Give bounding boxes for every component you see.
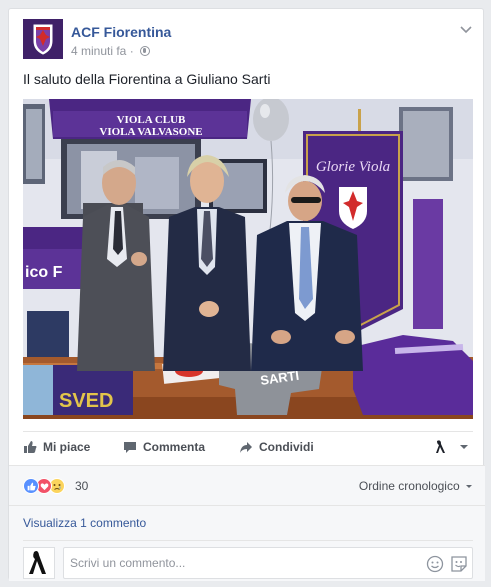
thumbs-up-icon <box>24 441 37 453</box>
post-actions: Mi piace Commenta Condividi <box>23 431 473 463</box>
post-card: ACF Fiorentina 4 minuti fa · Il saluto d… <box>8 8 485 581</box>
scarf-text-2: SVED <box>59 390 113 412</box>
chevron-down-icon <box>460 445 468 449</box>
reactions-bar: 30 Ordine cronologico <box>9 465 485 505</box>
reaction-icons[interactable] <box>23 478 65 494</box>
order-label: Ordine cronologico <box>358 479 460 493</box>
reaction-count[interactable]: 30 <box>75 479 88 493</box>
like-icon <box>23 478 39 494</box>
share-label: Condividi <box>259 440 314 454</box>
emoji-icon[interactable] <box>426 555 444 573</box>
post-message: Il saluto della Fiorentina a Giuliano Sa… <box>23 71 271 87</box>
comment-label: Commenta <box>143 440 206 454</box>
globe-icon[interactable] <box>140 45 151 56</box>
flag-text: Glorie Viola <box>316 159 390 175</box>
view-comments-link[interactable]: Visualizza 1 commento <box>23 516 146 530</box>
photo-scene: VIOLA CLUB VIOLA VALVASONE Glorie Viola <box>23 99 473 419</box>
comment-order-selector[interactable]: Ordine cronologico <box>359 479 473 493</box>
comment-composer <box>23 540 473 579</box>
fiorentina-logo[interactable] <box>23 19 63 59</box>
post-header: ACF Fiorentina 4 minuti fa · <box>23 19 473 63</box>
comment-button[interactable]: Commenta <box>123 440 205 454</box>
meta-separator: · <box>129 43 134 58</box>
comments-section: Visualizza 1 commento <box>9 505 485 581</box>
post-meta: 4 minuti fa · <box>71 43 151 58</box>
ribbon-icon <box>436 440 445 453</box>
comment-input[interactable] <box>70 556 400 570</box>
post-as-selector[interactable] <box>435 440 475 454</box>
user-avatar[interactable] <box>23 547 55 579</box>
chevron-down-icon <box>466 484 472 488</box>
like-button[interactable]: Mi piace <box>23 440 90 454</box>
page-name-link[interactable]: ACF Fiorentina <box>71 24 171 40</box>
comment-icon <box>124 442 136 453</box>
scarf-text: ico F <box>25 264 63 281</box>
like-label: Mi piace <box>43 440 91 454</box>
post-timestamp[interactable]: 4 minuti fa <box>71 44 126 58</box>
post-photo[interactable]: VIOLA CLUB VIOLA VALVASONE Glorie Viola <box>23 99 473 419</box>
share-icon <box>240 442 252 453</box>
comment-box <box>63 547 473 579</box>
share-button[interactable]: Condividi <box>239 440 314 454</box>
banner-line1: VIOLA CLUB <box>117 114 186 126</box>
banner-line2: VIOLA VALVASONE <box>99 126 202 138</box>
sticker-icon[interactable] <box>450 555 468 573</box>
chevron-down-icon[interactable] <box>459 23 473 37</box>
